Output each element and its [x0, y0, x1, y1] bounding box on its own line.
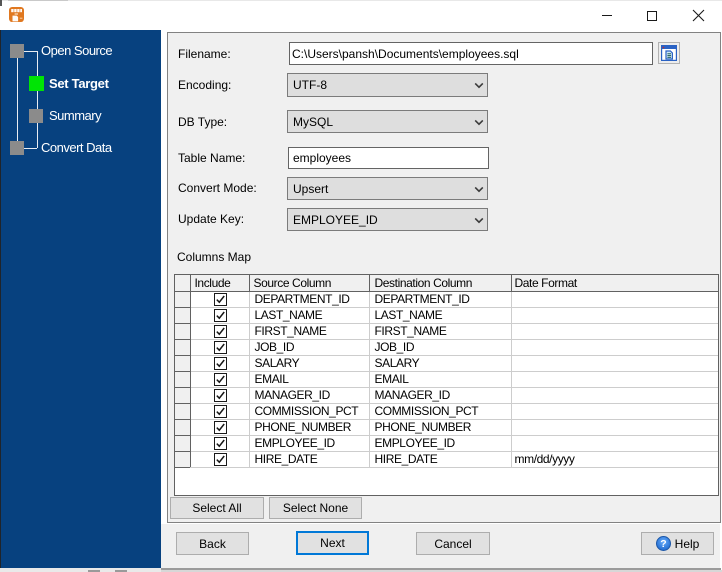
svg-text:?: ? — [660, 538, 666, 550]
